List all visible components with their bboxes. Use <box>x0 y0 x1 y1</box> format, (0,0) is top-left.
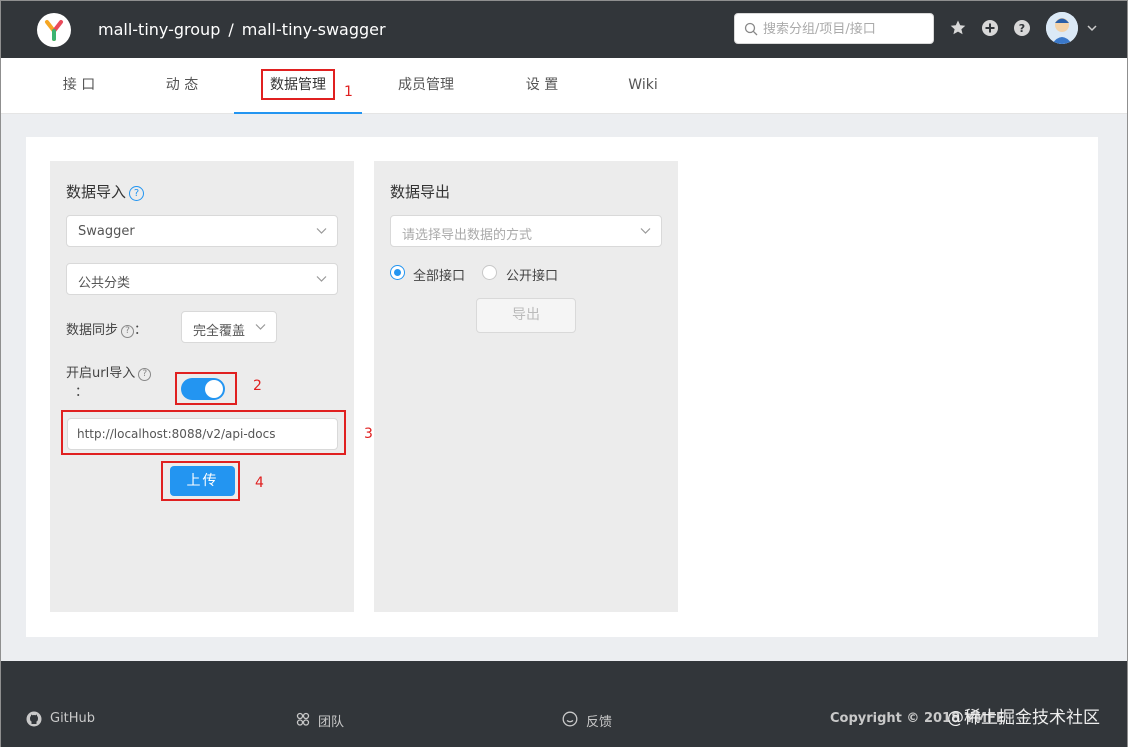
breadcrumb: mall-tiny-group / mall-tiny-swagger <box>98 20 386 39</box>
star-icon[interactable] <box>949 19 967 37</box>
radio-all-interfaces[interactable] <box>390 265 405 280</box>
radio-public-interfaces[interactable] <box>482 265 497 280</box>
chevron-down-icon <box>255 324 266 330</box>
export-title: 数据导出 <box>390 183 451 201</box>
chevron-down-icon <box>316 228 327 234</box>
search-box[interactable] <box>734 13 934 44</box>
breadcrumb-project[interactable]: mall-tiny-swagger <box>242 20 386 39</box>
import-title-text: 数据导入 <box>66 183 127 201</box>
import-title: 数据导入? <box>66 181 145 202</box>
yapi-logo-icon <box>45 20 63 41</box>
annotation-number-1: 1 <box>344 84 353 100</box>
footer-feedback-label: 反馈 <box>586 715 613 730</box>
search-icon <box>744 22 758 36</box>
export-button[interactable]: 导出 <box>476 298 576 333</box>
tab-activity[interactable]: 动 态 <box>151 58 213 114</box>
radio-all-label[interactable]: 全部接口 <box>413 265 465 284</box>
help-icon[interactable]: ? <box>1013 19 1031 37</box>
annotation-box-2 <box>175 372 237 405</box>
watermark-text: @稀土掘金技术社区 <box>947 708 1100 728</box>
import-category-select[interactable]: 公共分类 <box>66 263 338 295</box>
add-icon[interactable] <box>981 19 999 37</box>
project-tabs: 接 口 动 态 数据管理 成员管理 设 置 Wiki <box>1 58 1127 114</box>
sync-label: 数据同步?： <box>66 319 147 338</box>
sync-label-text: 数据同步 <box>66 323 119 338</box>
import-source-value: Swagger <box>78 224 135 239</box>
footer-feedback-link[interactable]: 反馈 <box>562 711 612 730</box>
user-avatar[interactable] <box>1046 12 1078 44</box>
github-icon <box>26 711 42 727</box>
chevron-down-icon[interactable] <box>1086 22 1098 34</box>
avatar-icon <box>1046 12 1078 44</box>
radio-public-label[interactable]: 公开接口 <box>506 265 558 284</box>
help-circle-icon[interactable]: ? <box>121 325 135 338</box>
tab-interface[interactable]: 接 口 <box>49 58 109 114</box>
sync-mode-select[interactable]: 完全覆盖 <box>181 311 277 343</box>
sync-mode-value: 完全覆盖 <box>193 324 246 339</box>
url-import-label: 开启url导入? <box>66 362 152 381</box>
annotation-box-1 <box>261 69 335 100</box>
url-import-label-text: 开启url导入 <box>66 366 136 381</box>
help-circle-icon[interactable]: ? <box>129 186 145 201</box>
annotation-box-4 <box>161 461 240 501</box>
help-circle-icon[interactable]: ? <box>138 368 152 381</box>
tab-members[interactable]: 成员管理 <box>386 58 466 114</box>
annotation-number-2: 2 <box>253 378 262 394</box>
annotation-number-3: 3 <box>364 426 373 442</box>
import-category-value: 公共分类 <box>78 276 131 291</box>
export-method-select[interactable]: 请选择导出数据的方式 <box>390 215 662 247</box>
svg-text:?: ? <box>1019 22 1025 35</box>
breadcrumb-group[interactable]: mall-tiny-group <box>98 20 220 39</box>
annotation-box-3 <box>61 410 346 455</box>
footer-team-label: 团队 <box>318 715 345 730</box>
chevron-down-icon <box>640 228 651 234</box>
yapi-logo[interactable] <box>37 13 71 47</box>
annotation-number-4: 4 <box>255 475 264 491</box>
sync-label-colon: ： <box>134 323 148 338</box>
breadcrumb-separator: / <box>228 20 234 39</box>
team-icon <box>296 712 310 726</box>
footer-github-link[interactable]: GitHub <box>26 711 96 727</box>
url-import-label-colon: ： <box>75 385 89 400</box>
tab-wiki[interactable]: Wiki <box>613 58 673 114</box>
top-header: mall-tiny-group / mall-tiny-swagger ? <box>1 1 1127 58</box>
feedback-icon <box>562 711 578 727</box>
tab-settings[interactable]: 设 置 <box>513 58 571 114</box>
footer-github-label: GitHub <box>50 711 96 726</box>
chevron-down-icon <box>316 276 327 282</box>
export-method-placeholder: 请选择导出数据的方式 <box>402 228 533 243</box>
import-source-select[interactable]: Swagger <box>66 215 338 247</box>
search-input[interactable] <box>763 19 928 39</box>
footer-team-link[interactable]: 团队 <box>295 711 344 730</box>
